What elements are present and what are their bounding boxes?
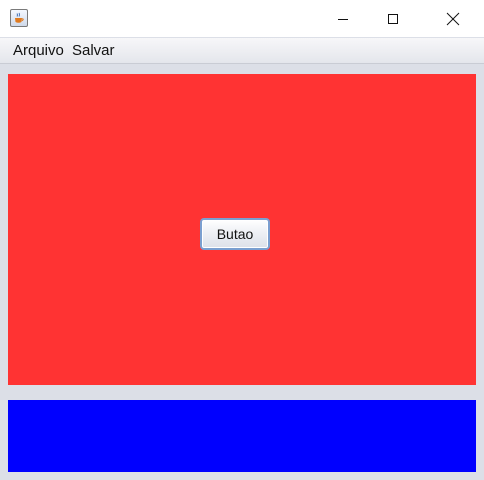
butao-button[interactable]: Butao bbox=[200, 218, 270, 250]
menu-bar: Arquivo Salvar bbox=[0, 38, 484, 64]
close-button[interactable] bbox=[430, 0, 476, 37]
blue-panel bbox=[8, 400, 476, 472]
menu-arquivo[interactable]: Arquivo bbox=[13, 43, 64, 59]
app-window: Arquivo Salvar Butao bbox=[0, 0, 484, 480]
title-bar[interactable] bbox=[0, 0, 484, 37]
close-icon bbox=[446, 12, 460, 25]
minimize-button[interactable] bbox=[320, 0, 366, 37]
maximize-icon bbox=[388, 13, 398, 24]
menu-salvar[interactable]: Salvar bbox=[72, 43, 115, 59]
maximize-button[interactable] bbox=[370, 0, 416, 37]
minimize-icon bbox=[338, 18, 348, 20]
java-cup-icon[interactable] bbox=[10, 9, 28, 27]
